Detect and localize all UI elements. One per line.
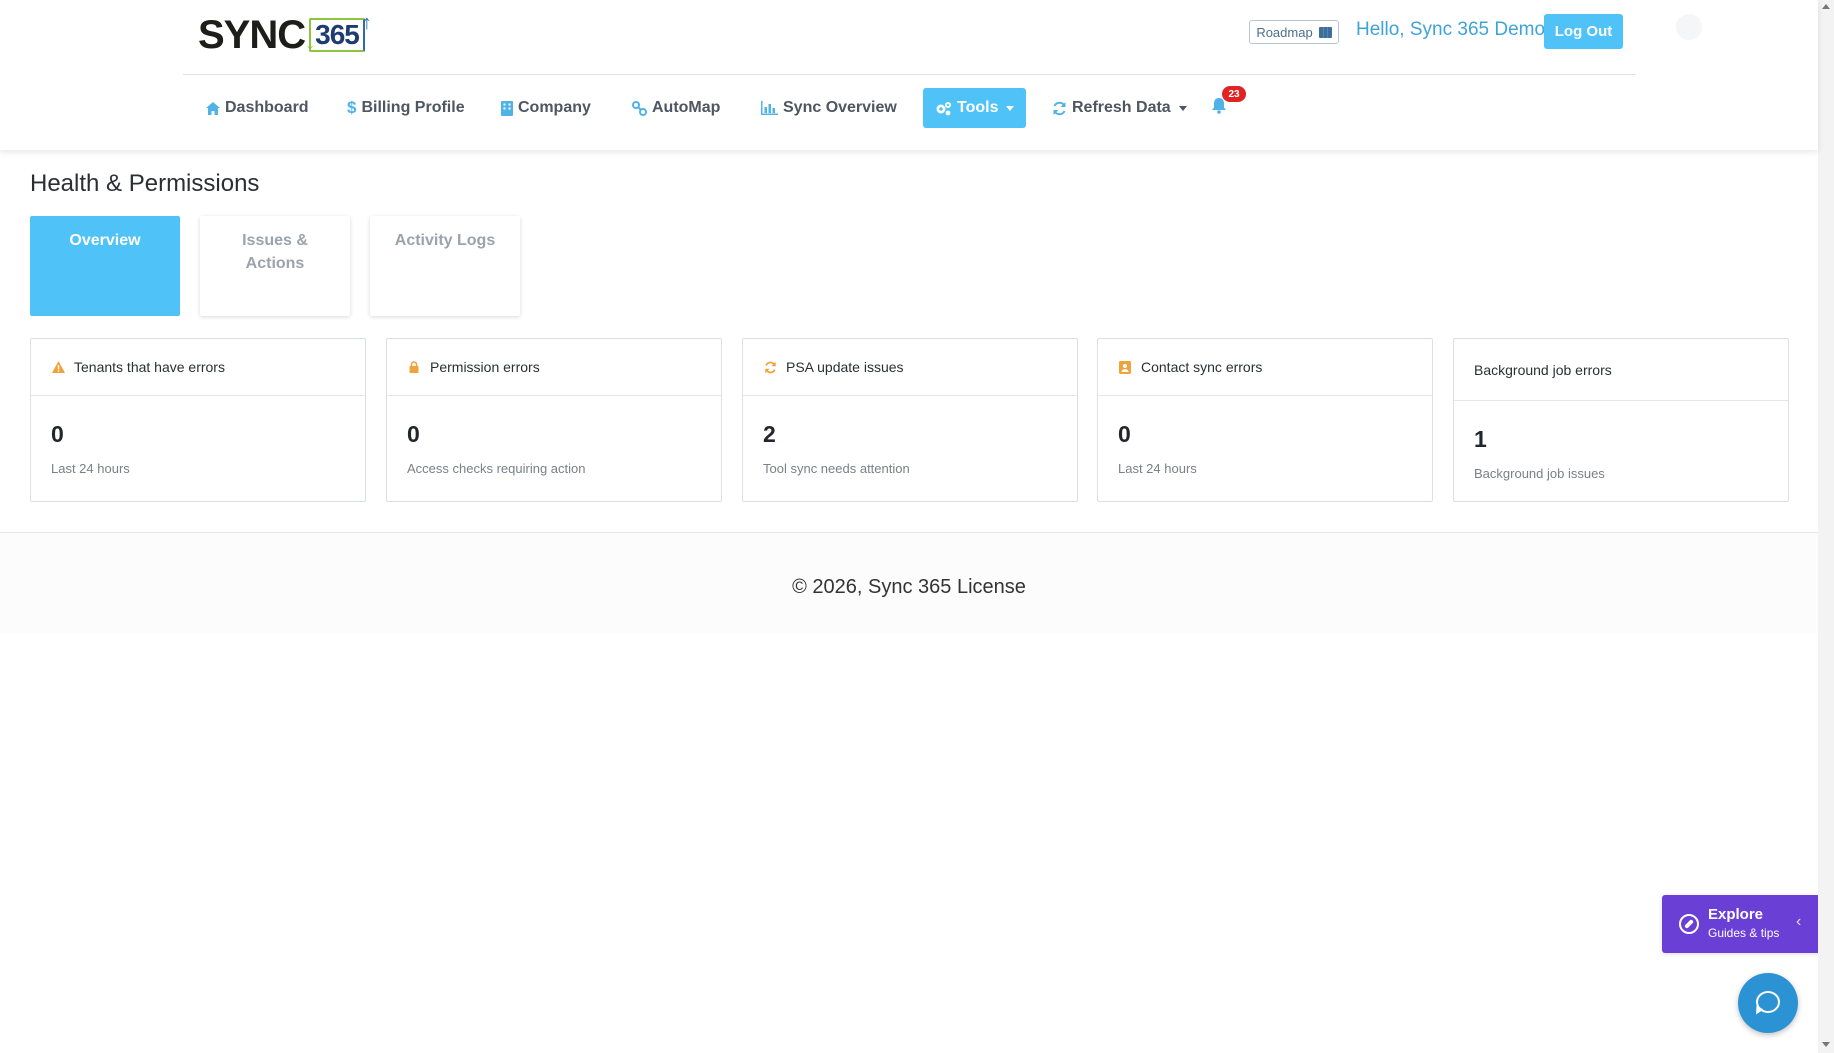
main-content: Health & Permissions Overview Issues & A…: [0, 150, 1818, 533]
explore-subtitle: Guides & tips: [1708, 926, 1780, 940]
nav-sync-overview[interactable]: Sync Overview: [761, 88, 897, 128]
faded-avatar: [1676, 14, 1702, 40]
scrollbar[interactable]: [1818, 0, 1834, 1053]
card-value: 2: [763, 421, 776, 447]
warning-icon: [51, 361, 65, 373]
card-title: Tenants that have errors: [74, 359, 225, 375]
logo-box: ↓ 365 ↑: [305, 12, 372, 54]
notification-badge: 23: [1222, 86, 1246, 102]
building-icon: [501, 100, 513, 116]
logo-box-text: 365: [315, 19, 360, 50]
nav-sync-overview-label: Sync Overview: [783, 99, 897, 116]
nav-dashboard[interactable]: Dashboard: [206, 88, 309, 128]
card-subtitle: Last 24 hours: [51, 461, 130, 476]
nav-company[interactable]: Company: [501, 88, 591, 128]
stat-card-background-job-errors: Background job errors 1 Background job i…: [1453, 338, 1789, 502]
compass-icon: [1679, 914, 1699, 934]
nav-company-label: Company: [518, 99, 591, 116]
chevron-down-icon: [1006, 105, 1015, 111]
nav-dashboard-label: Dashboard: [225, 99, 309, 116]
card-header: PSA update issues: [743, 339, 1077, 396]
scroll-up-icon[interactable]: [1822, 4, 1830, 9]
gears-icon: [935, 101, 952, 116]
card-subtitle: Access checks requiring action: [407, 461, 586, 476]
card-header: Tenants that have errors: [31, 339, 365, 396]
main-nav: Dashboard $ Billing Profile Company Auto…: [0, 86, 1818, 128]
card-header: Permission errors: [387, 339, 721, 396]
page: SYNC ↓ 365 ↑ Roadmap Hello, Sync 365 Dem…: [0, 0, 1834, 1053]
card-subtitle: Background job issues: [1474, 466, 1605, 481]
nav-refresh-data[interactable]: Refresh Data: [1052, 88, 1187, 128]
nav-billing-profile[interactable]: $ Billing Profile: [347, 88, 465, 128]
nav-tools-label: Tools: [957, 99, 999, 116]
stat-card-tenant-errors: Tenants that have errors 0 Last 24 hours: [30, 338, 366, 502]
sync-icon: [763, 361, 777, 374]
roadmap-button[interactable]: Roadmap: [1249, 20, 1339, 44]
card-title: Permission errors: [430, 359, 540, 375]
card-header: Background job errors: [1454, 339, 1788, 401]
roadmap-label: Roadmap: [1256, 24, 1313, 40]
tab-overview[interactable]: Overview: [30, 216, 180, 316]
card-title: PSA update issues: [786, 359, 904, 375]
nav-tools[interactable]: Tools: [923, 88, 1027, 128]
card-value: 0: [51, 421, 64, 447]
bar-chart-icon: [761, 101, 778, 115]
map-icon: [1318, 26, 1332, 38]
explore-title: Explore: [1708, 906, 1764, 923]
footer-copyright: © 2026, Sync 365 License: [792, 576, 1026, 598]
contact-icon: [1118, 360, 1132, 374]
lock-icon: [407, 361, 421, 373]
card-title: Background job errors: [1474, 361, 1612, 378]
arrow-down-icon: ↓: [305, 32, 315, 54]
tab-activity-logs[interactable]: Activity Logs: [370, 216, 520, 316]
card-subtitle: Tool sync needs attention: [763, 461, 910, 476]
link-icon: [632, 100, 647, 116]
logout-button[interactable]: Log Out: [1544, 14, 1623, 49]
chevron-down-icon: [1178, 105, 1187, 111]
header-divider: [183, 74, 1636, 75]
card-subtitle: Last 24 hours: [1118, 461, 1197, 476]
home-icon: [206, 101, 220, 115]
logo-text: SYNC: [198, 13, 306, 57]
arrow-up-icon: ↑: [361, 12, 372, 34]
top-header: SYNC ↓ 365 ↑ Roadmap Hello, Sync 365 Dem…: [0, 0, 1818, 150]
stat-card-contact-sync-errors: Contact sync errors 0 Last 24 hours: [1097, 338, 1433, 502]
explore-guides-button[interactable]: Explore Guides & tips ‹: [1662, 895, 1820, 953]
stat-card-psa-update-issues: PSA update issues 2 Tool sync needs atte…: [742, 338, 1078, 502]
refresh-icon: [1052, 101, 1067, 116]
footer: © 2026, Sync 365 License: [0, 533, 1818, 633]
nav-refresh-label: Refresh Data: [1072, 99, 1171, 116]
card-value: 1: [1474, 426, 1487, 452]
nav-billing-label: Billing Profile: [361, 99, 465, 116]
stat-card-permission-errors: Permission errors 0 Access checks requir…: [386, 338, 722, 502]
chevron-left-icon: ‹: [1796, 913, 1802, 930]
card-value: 0: [407, 421, 420, 447]
card-value: 0: [1118, 421, 1131, 447]
scroll-down-icon[interactable]: [1822, 1042, 1830, 1047]
card-header: Contact sync errors: [1098, 339, 1432, 396]
user-greeting: Hello, Sync 365 Demo: [1356, 19, 1546, 40]
tab-issues-actions[interactable]: Issues & Actions: [200, 216, 350, 316]
chat-button[interactable]: [1738, 973, 1798, 1033]
dollar-icon: $: [347, 98, 357, 117]
page-title: Health & Permissions: [30, 170, 260, 197]
nav-automap[interactable]: AutoMap: [632, 88, 720, 128]
nav-automap-label: AutoMap: [652, 99, 721, 116]
sync365-logo[interactable]: SYNC ↓ 365 ↑: [198, 12, 372, 57]
card-title: Contact sync errors: [1141, 359, 1263, 375]
